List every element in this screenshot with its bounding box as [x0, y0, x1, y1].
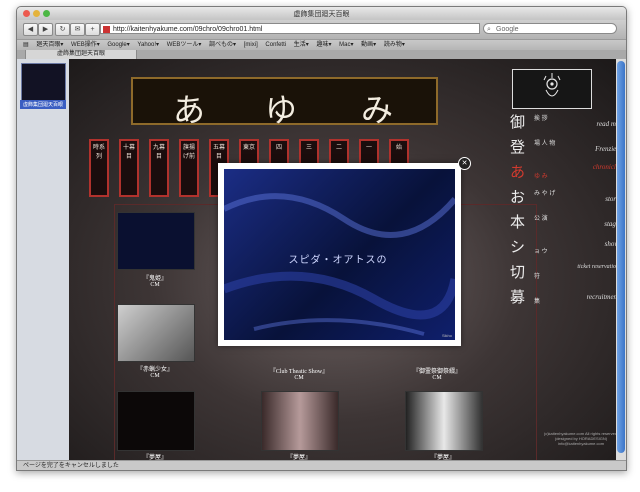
menu-item-kana: 場 人 物 — [534, 141, 556, 147]
menu-item-char: 登 — [510, 138, 526, 156]
page-banner: あ ゆ み — [131, 77, 438, 129]
chronology-tab[interactable]: 十幕目 — [119, 139, 139, 197]
menu-item-greeting[interactable]: 御 挨 拶 read me — [510, 111, 625, 133]
caption-title: 『夢屋』 — [430, 455, 455, 460]
nav-menu: 御 挨 拶 read me 登 場 人 物 Frenzies あ ゆ み chr… — [507, 65, 626, 355]
video-thumb-yumeya-3[interactable] — [405, 391, 483, 451]
caption-title: 『赤蝋少女』 — [136, 367, 173, 373]
banner-char: み — [361, 91, 394, 129]
video-caption: 『鬼姫』 CM — [117, 273, 193, 288]
menu-item-stage[interactable]: 本 公 演 stage — [510, 211, 625, 233]
caption-title: 『Club Theatic Show』 — [269, 369, 329, 375]
banner-char: ゆ — [265, 91, 298, 129]
forward-button[interactable]: ▶ — [38, 23, 53, 36]
vertical-scrollbar[interactable] — [616, 59, 626, 460]
caption-sub: CM — [150, 282, 160, 288]
menu-item-en: ticket reservation — [577, 264, 619, 270]
add-bookmark-button[interactable]: + — [85, 23, 100, 36]
menu-item-char: 本 — [510, 213, 526, 231]
video-thumb-yumeya-2[interactable] — [261, 391, 339, 451]
menu-item-char: シ — [510, 238, 526, 256]
menu-item-chronicle[interactable]: あ ゆ み chronicle — [510, 161, 625, 183]
menu-item-char: あ — [510, 163, 526, 181]
menu-item-kana: み や げ — [534, 191, 556, 197]
sidebar: 虚飾集団廻天百眼 — [17, 59, 70, 460]
banner-char: あ — [173, 91, 206, 129]
search-icon: ⌕ — [487, 26, 491, 33]
caption-title: 『御霊祭御祭綴』 — [412, 369, 461, 375]
back-button[interactable]: ◀ — [23, 23, 38, 36]
video-lightbox: スピダ・オアトスの Sikho — [218, 163, 461, 346]
video-thumb-onihime[interactable] — [117, 212, 195, 270]
menu-item-char: お — [510, 188, 526, 206]
chronology-tab[interactable]: 旗揚げ前 — [179, 139, 199, 197]
caption-sub: CM — [432, 375, 442, 381]
toolbar: ◀ ▶ ↻ ✉ + http://kaitenhyakume.com/09chr… — [17, 20, 626, 39]
page-favicon — [103, 26, 110, 33]
menu-item-char: 募 — [510, 288, 526, 306]
menu-item-kana: 集 — [534, 299, 541, 305]
status-bar: ページを完了をキャンセルしました — [17, 460, 626, 470]
search-placeholder: Google — [496, 26, 519, 33]
menu-item-char: 御 — [510, 113, 526, 131]
menu-item-kana: 挨 拶 — [534, 116, 548, 122]
caption-title: 『夢屋』 — [142, 455, 167, 460]
menu-item-char: 切 — [510, 263, 526, 281]
bookmarks-book-icon[interactable]: ▤ — [23, 42, 29, 48]
video-overlay-text: スピダ・オアトスの — [288, 255, 388, 266]
close-lightbox-button[interactable]: ✕ — [458, 157, 471, 170]
title-bar: 虚飾集団廻天百眼 — [17, 7, 626, 20]
site-logo[interactable] — [512, 69, 592, 109]
video-caption: 『夢屋』 — [261, 452, 337, 460]
tab-thumbnail-label[interactable]: 虚飾集団廻天百眼 — [20, 100, 66, 109]
window-title: 虚飾集団廻天百眼 — [293, 11, 350, 18]
mail-button[interactable]: ✉ — [70, 23, 85, 36]
eye-emblem-icon — [543, 73, 561, 97]
menu-item-recruitment[interactable]: 募 集 recruitment — [510, 286, 625, 308]
url-text: http://kaitenhyakume.com/09chro/09chro01… — [113, 26, 263, 33]
credits: (c)kaitenhyakume.com All rights reserved… — [541, 431, 621, 446]
search-input[interactable]: ⌕ Google — [483, 23, 617, 34]
menu-item-en: recruitment — [586, 293, 619, 301]
caption-sub: CM — [150, 373, 160, 379]
video-caption: 『御霊祭御祭綴』 CM — [397, 366, 477, 381]
menu-item-kana: 公 演 — [534, 216, 548, 222]
tab-bar: 虚飾集団廻天百眼 — [17, 50, 626, 60]
video-player[interactable]: スピダ・オアトスの Sikho — [224, 169, 455, 340]
video-caption: 『Club Theatic Show』 CM — [259, 366, 339, 381]
scrollbar-thumb[interactable] — [617, 61, 625, 453]
caption-title: 『鬼姫』 — [142, 276, 167, 282]
credit-line: info@kaitenhyakume.com — [557, 441, 605, 446]
video-caption: 『夢屋』 — [405, 452, 481, 460]
menu-item-show[interactable]: シ ョ ウ show — [510, 236, 625, 258]
video-caption: 『赤蝋少女』 CM — [117, 364, 193, 379]
video-corner-label: Sikho — [441, 333, 452, 338]
url-field[interactable]: http://kaitenhyakume.com/09chro/09chro01… — [100, 23, 480, 34]
menu-item-kana: 符 — [534, 274, 541, 280]
reload-button[interactable]: ↻ — [55, 23, 70, 36]
menu-item-kana: ョ ウ — [534, 249, 548, 255]
tab-thumbnail[interactable] — [21, 63, 66, 101]
menu-item-characters[interactable]: 登 場 人 物 Frenzies — [510, 136, 625, 158]
chronology-tab[interactable]: 九幕目 — [149, 139, 169, 197]
video-thumb-yumeya-1[interactable] — [117, 391, 195, 451]
video-caption: 『夢屋』 — [117, 452, 193, 460]
video-thumb-sekiro[interactable] — [117, 304, 195, 362]
chronology-tab[interactable]: 時系列 — [89, 139, 109, 197]
menu-item-tickets[interactable]: 切 符 ticket reservation — [510, 261, 625, 283]
caption-sub: CM — [294, 375, 304, 381]
menu-item-kana: ゆ み — [534, 174, 548, 180]
menu-item-store[interactable]: お み や げ store — [510, 186, 625, 208]
caption-title: 『夢屋』 — [286, 455, 311, 460]
